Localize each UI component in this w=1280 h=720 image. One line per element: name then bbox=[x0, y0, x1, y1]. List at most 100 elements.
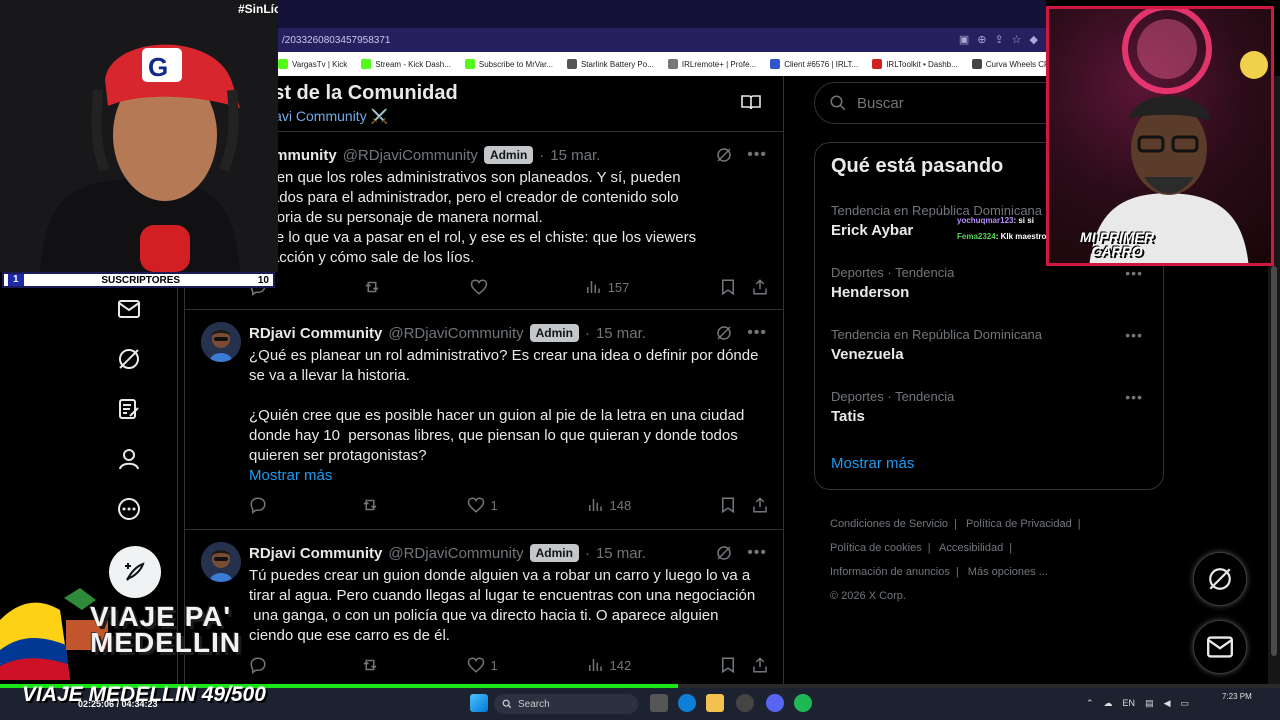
bookmark-item[interactable]: Stream - Kick Dash... bbox=[361, 59, 451, 69]
edge-icon[interactable] bbox=[678, 694, 696, 712]
file-explorer-icon[interactable] bbox=[706, 694, 724, 712]
accessibility-link[interactable]: Accesibilidad bbox=[939, 542, 1003, 554]
mail-icon bbox=[1207, 636, 1233, 658]
scroll-thumb[interactable] bbox=[1271, 266, 1277, 656]
community-link[interactable]: javi Community ⚔️ bbox=[271, 108, 388, 125]
admin-badge: Admin bbox=[529, 324, 579, 342]
views-button[interactable]: 148 bbox=[586, 496, 631, 514]
more-options-icon[interactable]: ••• bbox=[747, 544, 767, 562]
reader-mode-icon[interactable] bbox=[741, 94, 761, 115]
tweet-author-name[interactable]: RDjavi Community bbox=[249, 545, 382, 562]
more-options-icon[interactable]: ••• bbox=[1125, 389, 1143, 405]
grok-button[interactable] bbox=[1193, 552, 1247, 606]
trends-title: Qué está pasando bbox=[831, 155, 1004, 177]
grok-explain-icon[interactable] bbox=[715, 544, 733, 562]
battery-icon: ▭ bbox=[1180, 698, 1190, 708]
like-button[interactable]: 1 bbox=[467, 496, 498, 514]
view-count: 142 bbox=[609, 657, 632, 673]
trend-item[interactable]: Tendencia en República Dominicana Venezu… bbox=[831, 327, 1151, 363]
reader-icon[interactable]: ▣ bbox=[959, 33, 969, 46]
tweet-date[interactable]: 15 mar. bbox=[596, 545, 646, 562]
discord-icon[interactable] bbox=[766, 694, 784, 712]
bookmark-icon[interactable] bbox=[719, 656, 737, 674]
bookmark-item[interactable]: VargasTv | Kick bbox=[278, 59, 347, 69]
terms-link[interactable]: Condiciones de Servicio bbox=[830, 518, 948, 530]
tweet-author-handle[interactable]: @RDjaviCommunity bbox=[388, 545, 523, 562]
chat-message: yochuqmar123: si si bbox=[957, 216, 1034, 225]
tweet[interactable]: RDjavi Community @RDjaviCommunity Admin … bbox=[185, 310, 783, 530]
repost-button[interactable] bbox=[363, 278, 381, 296]
avatar[interactable] bbox=[201, 322, 241, 362]
lists-icon[interactable] bbox=[116, 396, 142, 422]
share-icon[interactable] bbox=[751, 656, 769, 674]
share-icon[interactable]: ⇪ bbox=[994, 33, 1003, 46]
bookmark-item[interactable]: Curva Wheels CFF76 bbox=[971, 59, 1046, 69]
address-url[interactable]: /2033260803457958371 bbox=[282, 35, 390, 46]
more-options-icon[interactable]: ••• bbox=[1125, 265, 1143, 281]
copyright: © 2026 X Corp. bbox=[830, 590, 906, 602]
address-bar[interactable]: /2033260803457958371 ▣ ⊕ ⇪ ☆ ◆ bbox=[278, 28, 1046, 52]
star-icon[interactable]: ☆ bbox=[1012, 33, 1022, 46]
share-icon[interactable] bbox=[751, 278, 769, 296]
volume-icon: ◀ bbox=[1163, 698, 1171, 708]
obs-icon[interactable] bbox=[736, 694, 754, 712]
page-title: ost de la Comunidad bbox=[261, 82, 458, 104]
bookmark-item[interactable]: Starlink Battery Po... bbox=[566, 59, 654, 69]
messages-drawer-button[interactable] bbox=[1193, 620, 1247, 674]
like-button[interactable] bbox=[470, 278, 494, 296]
profile-icon[interactable] bbox=[116, 446, 142, 472]
bookmarks-bar: VargasTv | Kick Stream - Kick Dash... Subs… bbox=[278, 52, 1046, 76]
views-button[interactable]: 142 bbox=[586, 656, 632, 674]
more-options-link[interactable]: Más opciones ... bbox=[968, 566, 1048, 578]
stream-uptime: 02:25:06 / 04:34:23 bbox=[78, 699, 158, 709]
more-options-icon[interactable]: ••• bbox=[747, 146, 767, 164]
privacy-link[interactable]: Política de Privacidad bbox=[966, 518, 1072, 530]
reply-button[interactable] bbox=[249, 496, 273, 514]
more-options-icon[interactable]: ••• bbox=[1125, 327, 1143, 343]
system-tray[interactable]: ⌃ ☁ EN ▤ ◀ ▭ bbox=[1086, 698, 1189, 709]
repost-button[interactable] bbox=[361, 496, 379, 514]
taskbar-clock[interactable]: 7:23 PM bbox=[1222, 692, 1252, 702]
tweet-author-handle[interactable]: @RDjaviCommunity bbox=[343, 147, 478, 164]
bookmark-label: Curva Wheels CFF76 bbox=[985, 59, 1046, 69]
like-button[interactable]: 1 bbox=[467, 656, 498, 674]
bookmark-item[interactable]: IRLToolkit • Dashb... bbox=[872, 59, 958, 69]
repost-button[interactable] bbox=[361, 656, 379, 674]
show-more-trends[interactable]: Mostrar más bbox=[831, 455, 914, 472]
tweet-date[interactable]: 15 mar. bbox=[550, 147, 600, 164]
bookmark-item[interactable]: Subscribe to MrVar... bbox=[464, 59, 553, 69]
task-view-icon[interactable] bbox=[650, 694, 668, 712]
show-more-link[interactable]: Mostrar más bbox=[249, 466, 769, 486]
trend-item[interactable]: Deportes · Tendencia Tatis ••• bbox=[831, 389, 1151, 425]
spotify-icon[interactable] bbox=[794, 694, 812, 712]
messages-icon[interactable] bbox=[116, 296, 142, 322]
extension-icon[interactable]: ◆ bbox=[1030, 33, 1038, 46]
bookmark-item[interactable]: Client #6576 | IRLT... bbox=[770, 59, 858, 69]
more-icon[interactable] bbox=[116, 496, 142, 522]
tweet[interactable]: RDjavi Community @RDjaviCommunity Admin … bbox=[185, 530, 783, 684]
grok-explain-icon[interactable] bbox=[715, 146, 733, 164]
tweet-author-handle[interactable]: @RDjaviCommunity bbox=[388, 325, 523, 342]
tweet-author-name[interactable]: RDjavi Community bbox=[249, 325, 382, 342]
admin-badge: Admin bbox=[483, 146, 534, 164]
subscriber-goal-bar: 1 SUSCRIPTORES 10 bbox=[2, 272, 275, 288]
cookies-link[interactable]: Política de cookies bbox=[830, 542, 922, 554]
views-button[interactable]: 157 bbox=[584, 278, 629, 296]
bookmark-icon[interactable] bbox=[719, 496, 737, 514]
more-options-icon[interactable]: ••• bbox=[747, 324, 767, 342]
bookmark-favicon-icon bbox=[464, 59, 475, 69]
zoom-icon[interactable]: ⊕ bbox=[977, 33, 986, 46]
bookmark-icon[interactable] bbox=[719, 278, 737, 296]
ads-info-link[interactable]: Información de anuncios bbox=[830, 566, 950, 578]
grok-explain-icon[interactable] bbox=[715, 324, 733, 342]
tweet-text: ¿Qué es planear un rol administrativo? E… bbox=[249, 347, 759, 464]
share-icon[interactable] bbox=[751, 496, 769, 514]
taskbar-search[interactable]: Search bbox=[494, 694, 638, 714]
tweet-text: Tú puedes crear un guion donde alguien v… bbox=[249, 567, 756, 644]
avatar[interactable] bbox=[201, 542, 241, 582]
bookmark-item[interactable]: IRLremote+ | Profe... bbox=[667, 59, 756, 69]
tweet-date[interactable]: 15 mar. bbox=[596, 325, 646, 342]
trend-item[interactable]: Deportes · Tendencia Henderson ••• bbox=[831, 265, 1151, 301]
grok-icon[interactable] bbox=[116, 346, 142, 372]
windows-start-icon[interactable] bbox=[470, 694, 488, 712]
